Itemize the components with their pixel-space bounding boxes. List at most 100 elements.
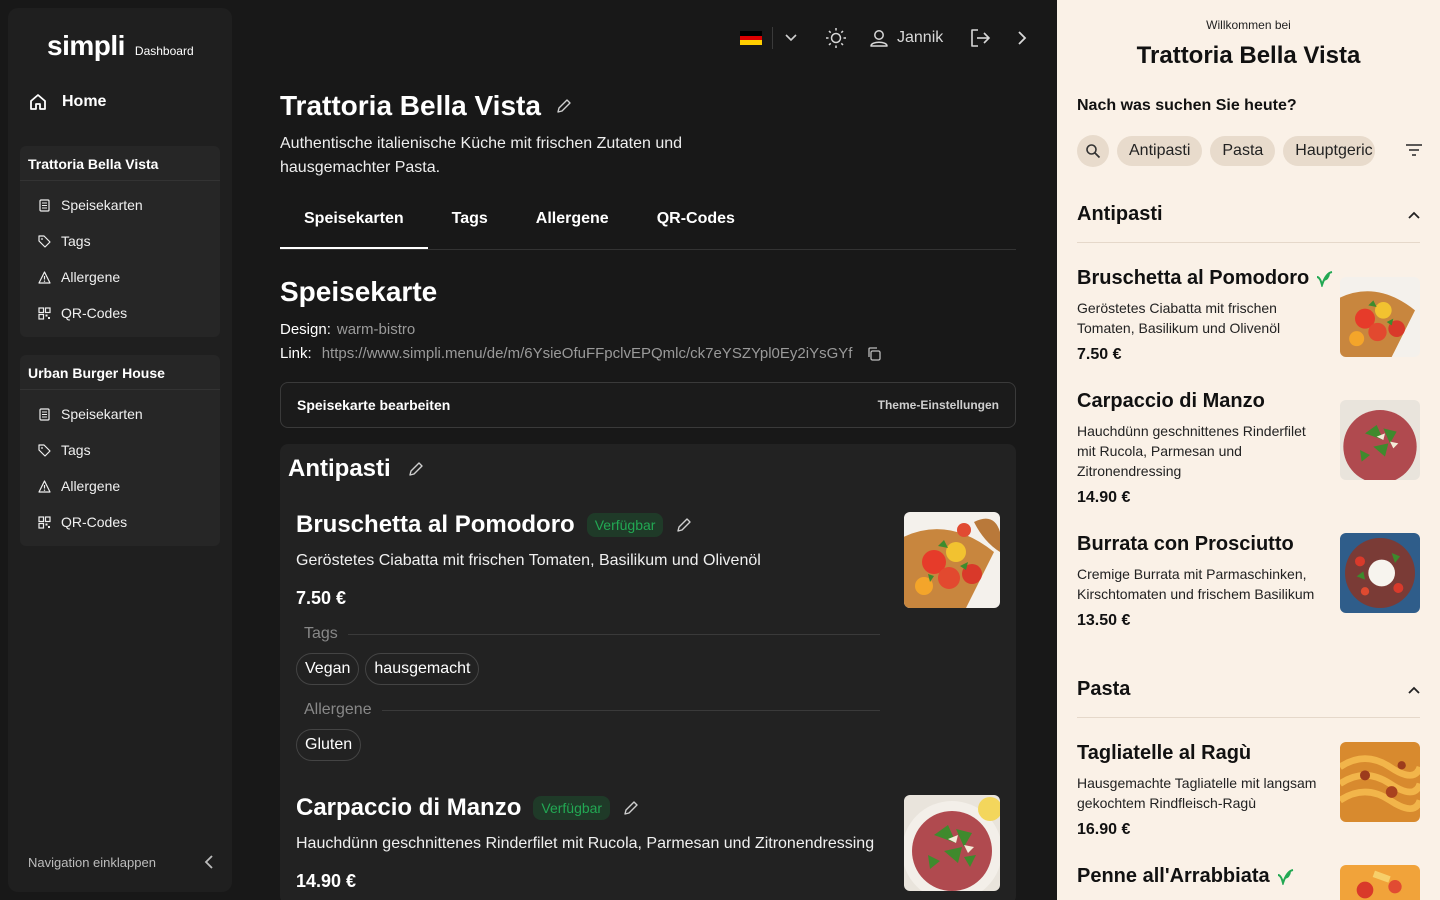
preview-search-button[interactable] <box>1077 135 1109 167</box>
warning-icon <box>38 270 51 284</box>
pencil-icon[interactable] <box>622 799 640 817</box>
chevron-left-icon <box>204 855 213 869</box>
tab-qr-codes[interactable]: QR-Codes <box>633 210 759 249</box>
title-row: Trattoria Bella Vista <box>280 80 1016 132</box>
restaurant-group-title: Trattoria Bella Vista <box>20 146 220 181</box>
pencil-icon[interactable] <box>555 97 573 115</box>
preview-menu-item[interactable]: Burrata con Prosciutto Cremige Burrata m… <box>1077 533 1420 630</box>
collapse-navigation-button[interactable]: Navigation einklappen <box>28 854 214 870</box>
topbar: Jannik <box>740 22 1040 54</box>
carpaccio-image <box>904 795 1000 891</box>
menu-edit-bar: Speisekarte bearbeiten Theme-Einstellung… <box>280 382 1016 428</box>
theme-settings-button[interactable]: Theme-Einstellungen <box>878 398 999 412</box>
user-menu[interactable]: Jannik <box>869 28 943 48</box>
user-name: Jannik <box>897 29 944 46</box>
menu-link[interactable]: https://www.simpli.menu/de/m/6YsieOfuFFp… <box>322 342 853 366</box>
preview-menu-item[interactable]: Carpaccio di Manzo Hauchdünn geschnitten… <box>1077 390 1420 507</box>
collapse-label: Navigation einklappen <box>28 854 156 870</box>
preview-chip-pasta[interactable]: Pasta <box>1210 136 1276 166</box>
status-badge: Verfügbar <box>586 513 664 537</box>
design-row: Design: warm-bistro <box>280 318 1016 342</box>
allergen-chips: Gluten <box>296 729 1000 761</box>
preview-chip-antipasti[interactable]: Antipasti <box>1117 136 1203 166</box>
preview-item-image <box>1340 400 1420 480</box>
allergens-label: Allergene <box>304 701 372 718</box>
filter-icon[interactable] <box>1405 143 1423 157</box>
sidebar-item-speisekarten[interactable]: Speisekarten <box>20 396 220 432</box>
tag-icon <box>38 443 51 457</box>
preview-menu-item[interactable]: Bruschetta al Pomodoro Geröstetes Ciabat… <box>1077 267 1420 364</box>
menu-item-header: Bruschetta al Pomodoro Verfügbar <box>296 508 1000 542</box>
main-content: Trattoria Bella Vista Authentische itali… <box>280 80 1016 900</box>
penne-image <box>1340 865 1420 900</box>
search-icon <box>1086 144 1101 159</box>
preview-category-antipasti[interactable]: Antipasti <box>1077 187 1420 243</box>
divider <box>381 709 880 711</box>
sidebar-item-qr-codes[interactable]: QR-Codes <box>20 504 220 540</box>
tag-chip[interactable]: hausgemacht <box>365 653 480 685</box>
menu-item-image <box>904 795 1000 891</box>
sidebar-item-allergene[interactable]: Allergene <box>20 259 220 295</box>
preview-menu-item[interactable]: Penne all'Arrabbiata <box>1077 865 1420 900</box>
logo-main: simpli <box>47 30 125 61</box>
preview-item-name: Bruschetta al Pomodoro <box>1077 267 1310 289</box>
vegan-leaf-icon <box>1317 270 1333 287</box>
menu-item-name: Carpaccio di Manzo <box>296 794 522 821</box>
design-value: warm-bistro <box>336 321 416 338</box>
menu-item-description: Hauchdünn geschnittenes Rinderfilet mit … <box>296 835 875 852</box>
tab-speisekarten[interactable]: Speisekarten <box>280 210 428 249</box>
chevron-up-icon <box>1408 686 1420 694</box>
user-icon <box>870 30 888 47</box>
home-link[interactable]: Home <box>28 92 106 112</box>
divider <box>347 633 880 635</box>
tag-chip[interactable]: Vegan <box>296 653 360 685</box>
sidebar-item-qr-codes[interactable]: QR-Codes <box>20 295 220 331</box>
restaurant-group-2: Urban Burger House Speisekarten Tags All… <box>20 355 220 546</box>
link-label: Link: <box>280 345 312 362</box>
preview-item-description: Geröstetes Ciabatta mit frischen Tomaten… <box>1077 300 1281 336</box>
restaurant-description: Authentische italienische Küche mit fris… <box>280 135 683 176</box>
tab-tags[interactable]: Tags <box>428 210 512 249</box>
menu-item-header: Carpaccio di Manzo Verfügbar <box>296 791 1000 825</box>
chevron-right-icon <box>1018 31 1027 45</box>
sidebar-item-label: Allergene <box>61 269 121 285</box>
menu-meta: Design: warm-bistro Link: https://www.simp… <box>280 318 1016 366</box>
tag-chips: Vegan hausgemacht <box>296 653 1000 685</box>
collapse-preview-button[interactable] <box>1017 30 1027 46</box>
sidebar-item-label: Speisekarten <box>61 197 143 213</box>
preview-item-description: Cremige Burrata mit Parmaschinken, Kirsc… <box>1077 566 1315 602</box>
menu-item-price: 14.90 € <box>296 871 357 891</box>
sidebar-item-allergene[interactable]: Allergene <box>20 468 220 504</box>
sidebar-item-label: Allergene <box>61 478 121 494</box>
sidebar-item-tags[interactable]: Tags <box>20 432 220 468</box>
tagliatelle-image <box>1340 742 1420 822</box>
logout-icon <box>971 29 991 47</box>
flag-stripe-gold <box>740 40 762 46</box>
menu-item: Carpaccio di Manzo Verfügbar Hauchdünn g… <box>288 791 1008 892</box>
preview-category-filter: Antipasti Pasta Hauptgeric <box>1077 135 1423 167</box>
preview-item-description: Hausgemachte Tagliatelle mit langsam gek… <box>1077 775 1317 811</box>
preview-item-price: 16.90 € <box>1077 821 1131 838</box>
german-flag-icon[interactable] <box>740 31 762 46</box>
sidebar-item-tags[interactable]: Tags <box>20 223 220 259</box>
preview-category-pasta[interactable]: Pasta <box>1077 662 1420 718</box>
pencil-icon[interactable] <box>407 460 425 478</box>
tab-allergene[interactable]: Allergene <box>512 210 633 249</box>
copy-icon[interactable] <box>866 346 882 362</box>
logo[interactable]: simpli Dashboard <box>47 30 194 62</box>
preview-item-price: 13.50 € <box>1077 612 1131 629</box>
edit-menu-button[interactable]: Speisekarte bearbeiten <box>297 397 450 413</box>
preview-menu-item[interactable]: Tagliatelle al Ragù Hausgemachte Tagliat… <box>1077 742 1420 839</box>
allergen-chip[interactable]: Gluten <box>296 729 362 761</box>
logout-button[interactable] <box>969 28 991 48</box>
menu-item: Bruschetta al Pomodoro Verfügbar Geröste… <box>288 508 1008 761</box>
theme-toggle-button[interactable] <box>825 27 847 49</box>
preview-chip-hauptgerichte[interactable]: Hauptgeric <box>1283 136 1376 166</box>
tags-label: Tags <box>304 625 338 642</box>
preview-search-question: Nach was suchen Sie heute? <box>1077 97 1297 114</box>
language-dropdown-button[interactable] <box>783 34 799 42</box>
pencil-icon[interactable] <box>675 516 693 534</box>
sidebar-item-label: QR-Codes <box>61 305 128 321</box>
sidebar-item-speisekarten[interactable]: Speisekarten <box>20 187 220 223</box>
qr-code-icon <box>38 306 51 320</box>
